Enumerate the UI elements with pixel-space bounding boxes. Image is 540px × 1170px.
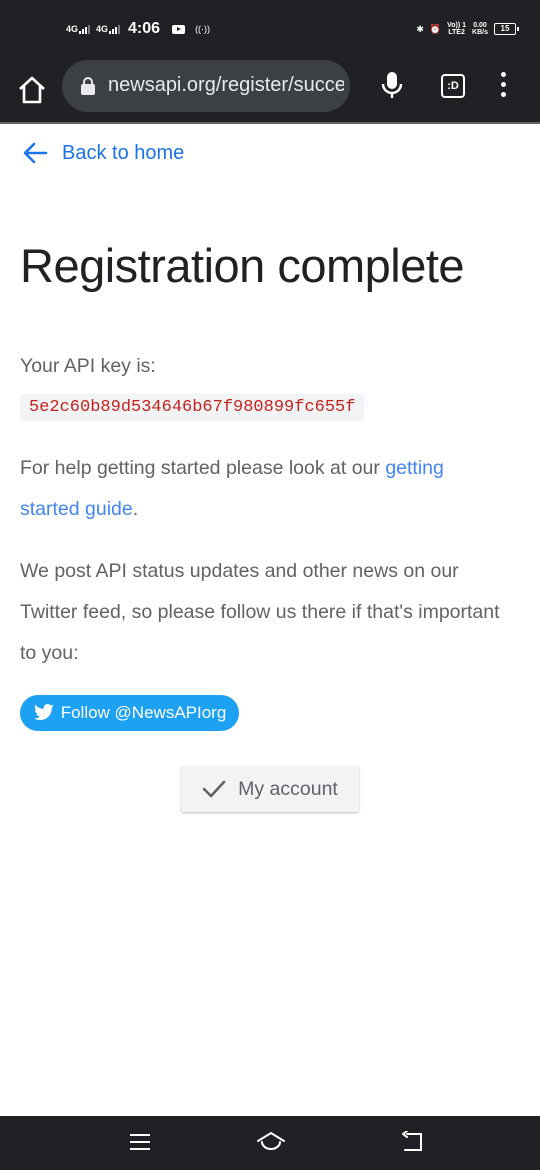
system-navigation-bar (0, 1116, 540, 1170)
network-speed: 0.00 KB/s (472, 22, 488, 36)
home-icon[interactable] (16, 74, 48, 106)
volte-indicator: Vo)) 1 LTE2 (447, 22, 467, 36)
network-type-1: 4G (66, 24, 79, 34)
my-account-button[interactable]: My account (181, 766, 359, 812)
back-to-home-link[interactable]: Back to home (22, 140, 184, 166)
status-right: ✱ ⏰ Vo)) 1 LTE2 0.00 KB/s 15 (416, 22, 519, 36)
network-type-2: 4G (96, 24, 109, 34)
lock-icon (81, 77, 95, 95)
browser-toolbar: newsapi.org/register/success :D (0, 58, 540, 124)
signal-1: 4G (66, 24, 91, 34)
api-key-value: 5e2c60b89d534646b67f980899fc655f (20, 394, 365, 421)
alarm-icon: ⏰ (429, 23, 442, 34)
url-text[interactable]: newsapi.org/register/success (108, 74, 344, 97)
signal-bars-icon (109, 24, 121, 34)
youtube-notification-icon (172, 24, 186, 34)
recent-apps-icon[interactable] (130, 1134, 150, 1152)
twitter-bird-icon (33, 704, 54, 721)
page-title: Registration complete (20, 239, 465, 292)
arrow-left-icon (23, 142, 48, 164)
back-link-label: Back to home (62, 141, 185, 164)
help-paragraph: For help getting started please look at … (20, 457, 444, 520)
twitter-info-paragraph: We post API status updates and other new… (20, 560, 500, 664)
api-key-label: Your API key is: (20, 355, 156, 377)
twitter-follow-label: Follow @NewsAPIorg (60, 703, 227, 722)
system-back-icon[interactable] (401, 1131, 423, 1153)
address-bar[interactable]: newsapi.org/register/success (62, 60, 350, 112)
more-menu-icon[interactable] (499, 72, 507, 100)
microphone-icon[interactable] (380, 70, 404, 100)
checkmark-icon (202, 780, 226, 798)
battery-icon: 15 (494, 23, 519, 35)
twitter-follow-button[interactable]: Follow @NewsAPIorg (20, 695, 239, 731)
bluetooth-icon: ✱ (416, 23, 424, 34)
signal-bars-icon (79, 24, 91, 34)
hotspot-icon: ((·)) (195, 24, 211, 34)
status-left: 4G 4G 4:06 ((·)) (66, 20, 210, 38)
system-home-icon[interactable] (256, 1130, 286, 1154)
tab-switcher-button[interactable]: :D (441, 74, 465, 98)
signal-2: 4G (96, 24, 121, 34)
clock: 4:06 (128, 20, 161, 37)
status-bar: 4G 4G 4:06 ((·)) ✱ ⏰ Vo)) 1 LTE2 0.00 KB… (0, 0, 540, 58)
my-account-label: My account (238, 777, 338, 800)
